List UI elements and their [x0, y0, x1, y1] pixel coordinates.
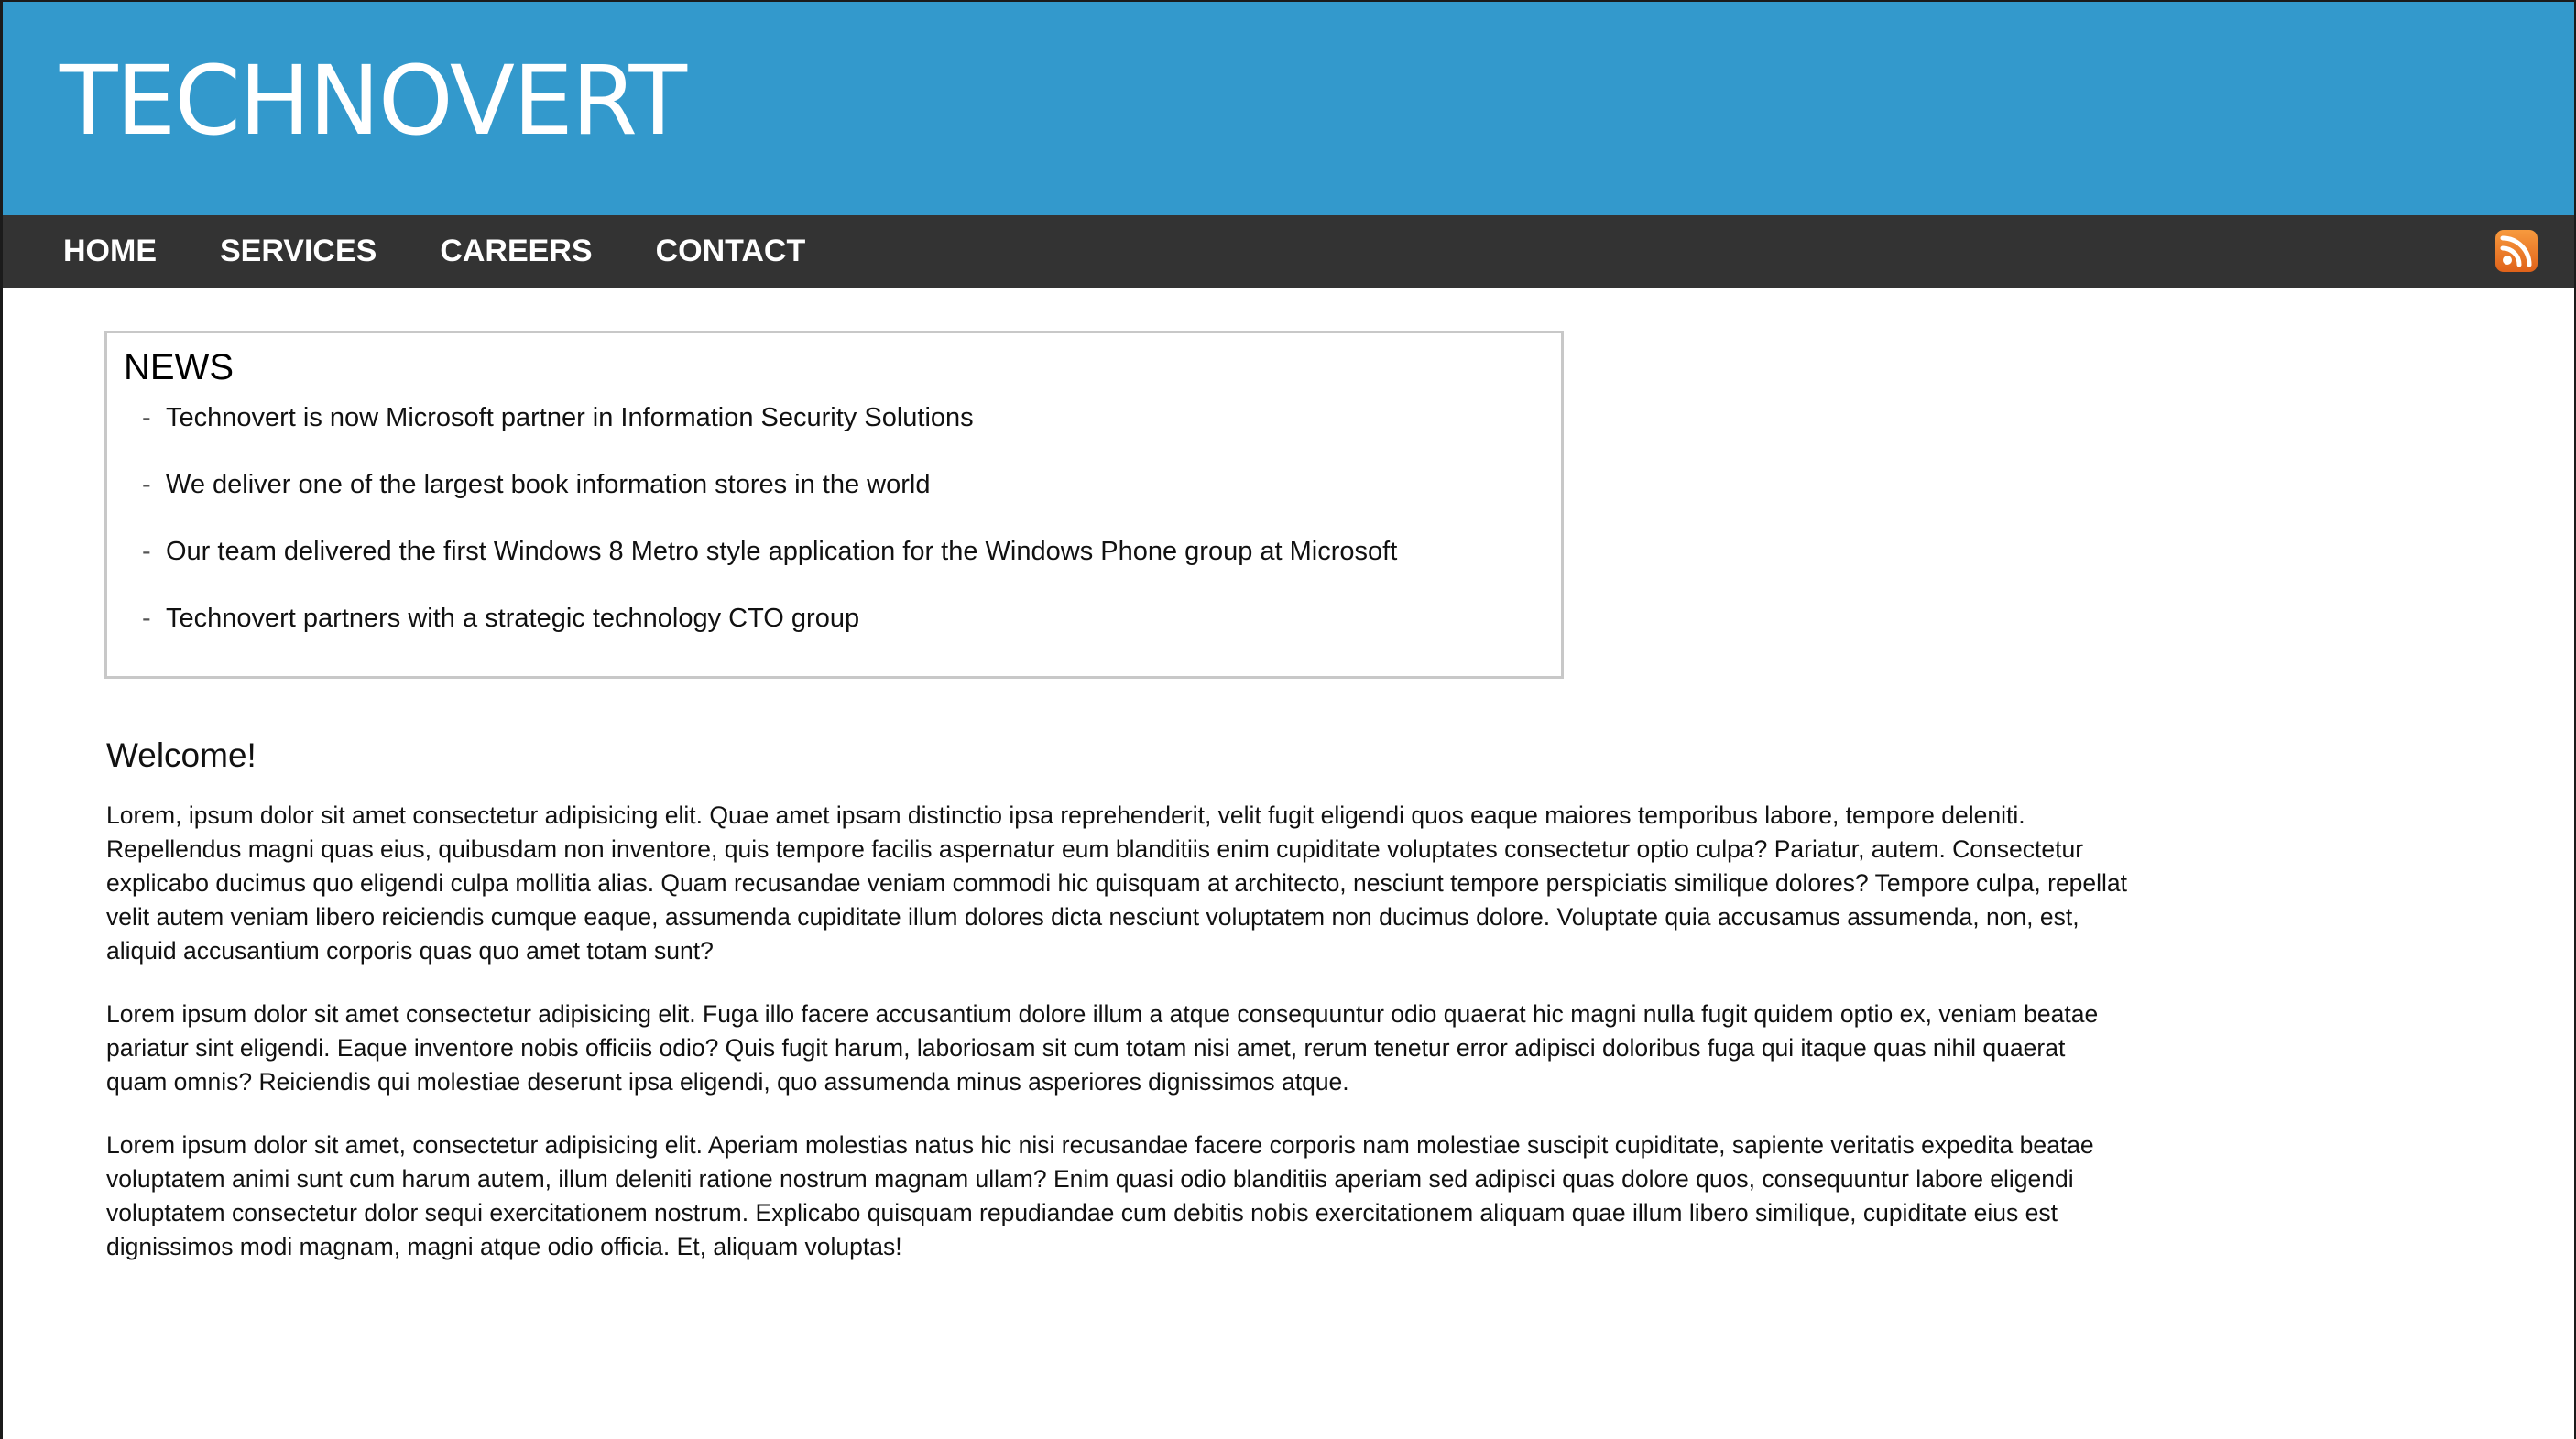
news-title: NEWS	[124, 347, 234, 387]
news-list: - Technovert is now Microsoft partner in …	[142, 399, 1397, 667]
list-dash: -	[142, 604, 151, 633]
nav-item-contact[interactable]: CONTACT	[656, 234, 806, 269]
news-item-text: Our team delivered the first Windows 8 M…	[166, 537, 1398, 566]
nav-item-home[interactable]: HOME	[63, 234, 157, 269]
news-item-text: Technovert is now Microsoft partner in I…	[166, 403, 974, 432]
nav-item-careers[interactable]: CAREERS	[440, 234, 592, 269]
news-item: - Our team delivered the first Windows 8 …	[142, 533, 1397, 600]
list-dash: -	[142, 470, 151, 499]
news-item: - Technovert partners with a strategic te…	[142, 600, 1397, 667]
news-item: - We deliver one of the largest book info…	[142, 466, 1397, 533]
brand-logo-text[interactable]: TECHNOVERT	[60, 46, 687, 156]
welcome-heading: Welcome!	[106, 736, 257, 774]
nav-item-services[interactable]: SERVICES	[220, 234, 377, 269]
list-dash: -	[142, 537, 151, 566]
site-header: TECHNOVERT	[3, 0, 2574, 215]
content-paragraph: Lorem ipsum dolor sit amet, consectetur …	[106, 1131, 2094, 1260]
rss-feed-icon[interactable]	[2495, 230, 2538, 272]
main-content: Lorem, ipsum dolor sit amet consectetur …	[106, 799, 2131, 1293]
page: TECHNOVERT HOME SERVICES CAREERS CONTACT…	[0, 0, 2576, 1439]
news-item: - Technovert is now Microsoft partner in …	[142, 399, 1397, 466]
content-paragraph: Lorem, ipsum dolor sit amet consectetur …	[106, 801, 2128, 965]
news-panel: NEWS - Technovert is now Microsoft partne…	[104, 331, 1564, 679]
content-paragraph: Lorem ipsum dolor sit amet consectetur a…	[106, 1000, 2099, 1096]
rss-feed-icon-graphic	[2500, 235, 2532, 267]
news-item-text: We deliver one of the largest book infor…	[166, 470, 931, 499]
news-item-text: Technovert partners with a strategic tec…	[166, 604, 860, 633]
list-dash: -	[142, 403, 151, 432]
main-navigation: HOME SERVICES CAREERS CONTACT	[3, 215, 2574, 288]
nav-list: HOME SERVICES CAREERS CONTACT	[63, 215, 868, 288]
